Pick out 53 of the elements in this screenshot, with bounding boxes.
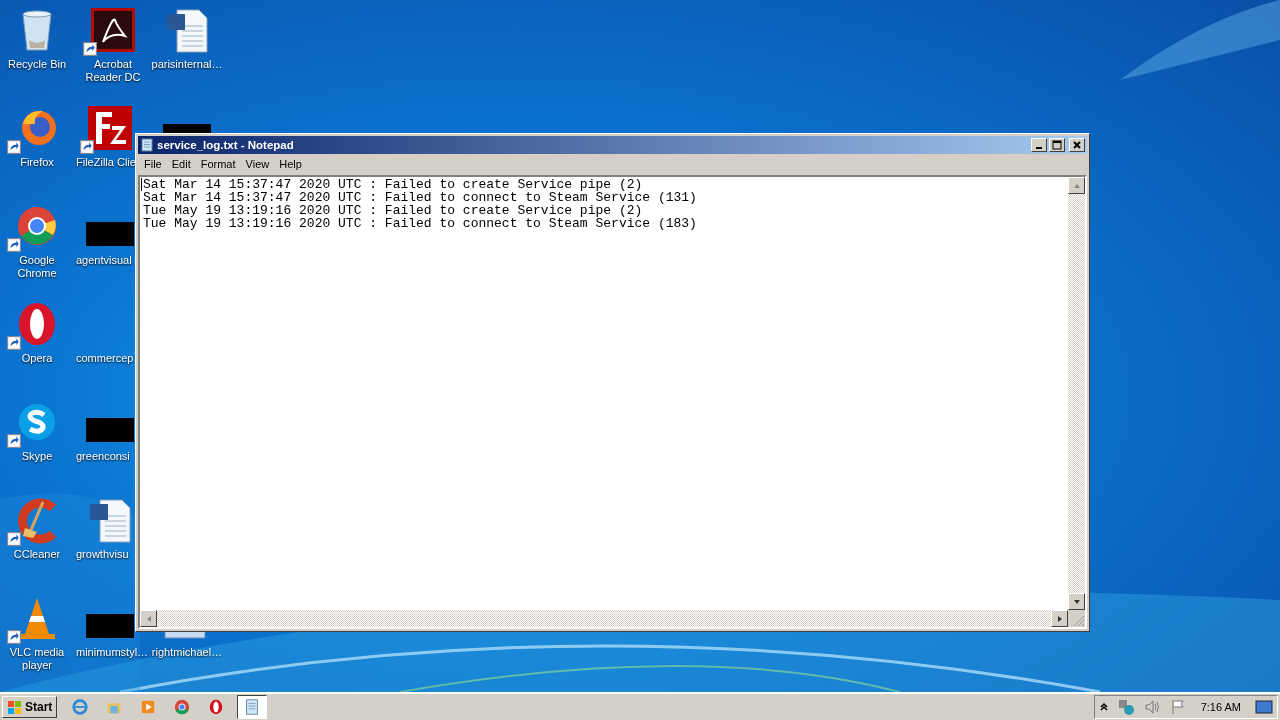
icon-label[interactable]: CCleaner — [13, 548, 61, 561]
log-line: Sat Mar 14 15:37:47 2020 UTC : Failed to connect to Steam Service (131) — [143, 191, 697, 204]
icon-label[interactable]: minimumstyl… — [76, 646, 149, 659]
menu-item[interactable]: Help — [274, 157, 307, 170]
filezilla-icon[interactable] — [86, 104, 134, 152]
menu-item[interactable]: File — [139, 157, 167, 170]
scroll-down-button[interactable] — [1068, 593, 1085, 610]
icon-label[interactable]: VLC media player — [0, 646, 74, 672]
icon-label[interactable]: Google Chrome — [0, 254, 74, 280]
notepad-icon — [140, 138, 154, 152]
icon-label[interactable]: growthvisu — [76, 548, 129, 561]
menu-item[interactable]: View — [240, 157, 275, 170]
scroll-right-button[interactable] — [1051, 610, 1068, 627]
chrome-icon — [173, 698, 192, 716]
text-cursor — [141, 178, 142, 191]
minimize-button[interactable] — [1031, 138, 1047, 152]
notepad-taskbar-button[interactable] — [237, 695, 268, 719]
icon-label[interactable]: FileZilla Clie — [76, 156, 136, 169]
resize-grip-icon[interactable] — [1071, 613, 1085, 627]
clock[interactable]: 7:16 AM — [1200, 701, 1241, 713]
icon-label[interactable]: Opera — [21, 352, 53, 365]
icon-label[interactable]: commercep — [76, 352, 134, 365]
menu-item[interactable]: Edit — [166, 157, 196, 170]
log-line: Sat Mar 14 15:37:47 2020 UTC : Failed to create Service pipe (2) — [143, 178, 643, 191]
menu-item[interactable]: Format — [195, 157, 241, 170]
maximize-button[interactable] — [1049, 138, 1065, 152]
down-arrow-icon — [1072, 597, 1081, 606]
volume-icon[interactable] — [1142, 698, 1161, 716]
start-button[interactable]: Start — [2, 696, 58, 718]
icon-label[interactable]: Recycle Bin — [7, 58, 67, 71]
close-icon — [1072, 140, 1082, 150]
start-logo-icon — [7, 699, 23, 715]
window-title: service_log.txt - Notepad — [157, 139, 295, 151]
scroll-up-button[interactable] — [1068, 177, 1085, 194]
log-line: Tue May 19 13:19:16 2020 UTC : Failed to connect to Steam Service (183) — [143, 217, 697, 230]
close-button[interactable] — [1069, 138, 1085, 152]
icon-label[interactable]: Acrobat Reader DC — [76, 58, 150, 84]
log-line: Tue May 19 13:19:16 2020 UTC : Failed to create Service pipe (2) — [143, 204, 643, 217]
icon-label[interactable]: Skype — [21, 450, 53, 463]
horizontal-scrollbar[interactable] — [140, 610, 1068, 627]
maximize-icon — [1052, 140, 1062, 150]
ie-icon — [71, 698, 90, 716]
vertical-scrollbar[interactable] — [1068, 177, 1085, 610]
icon-label[interactable]: agentvisual — [76, 254, 132, 267]
acrobat-icon[interactable] — [89, 6, 137, 54]
icon-label[interactable]: parisinternal… — [151, 58, 223, 71]
icon-label[interactable]: greenconsi — [76, 450, 130, 463]
right-arrow-icon — [1055, 614, 1064, 623]
icon-label[interactable]: Firefox — [20, 156, 54, 169]
chevron-up-icon[interactable] — [1098, 702, 1109, 712]
minimize-icon — [1036, 147, 1042, 149]
scroll-left-button[interactable] — [140, 610, 157, 627]
icon-label[interactable]: rightmichael… — [151, 646, 223, 659]
